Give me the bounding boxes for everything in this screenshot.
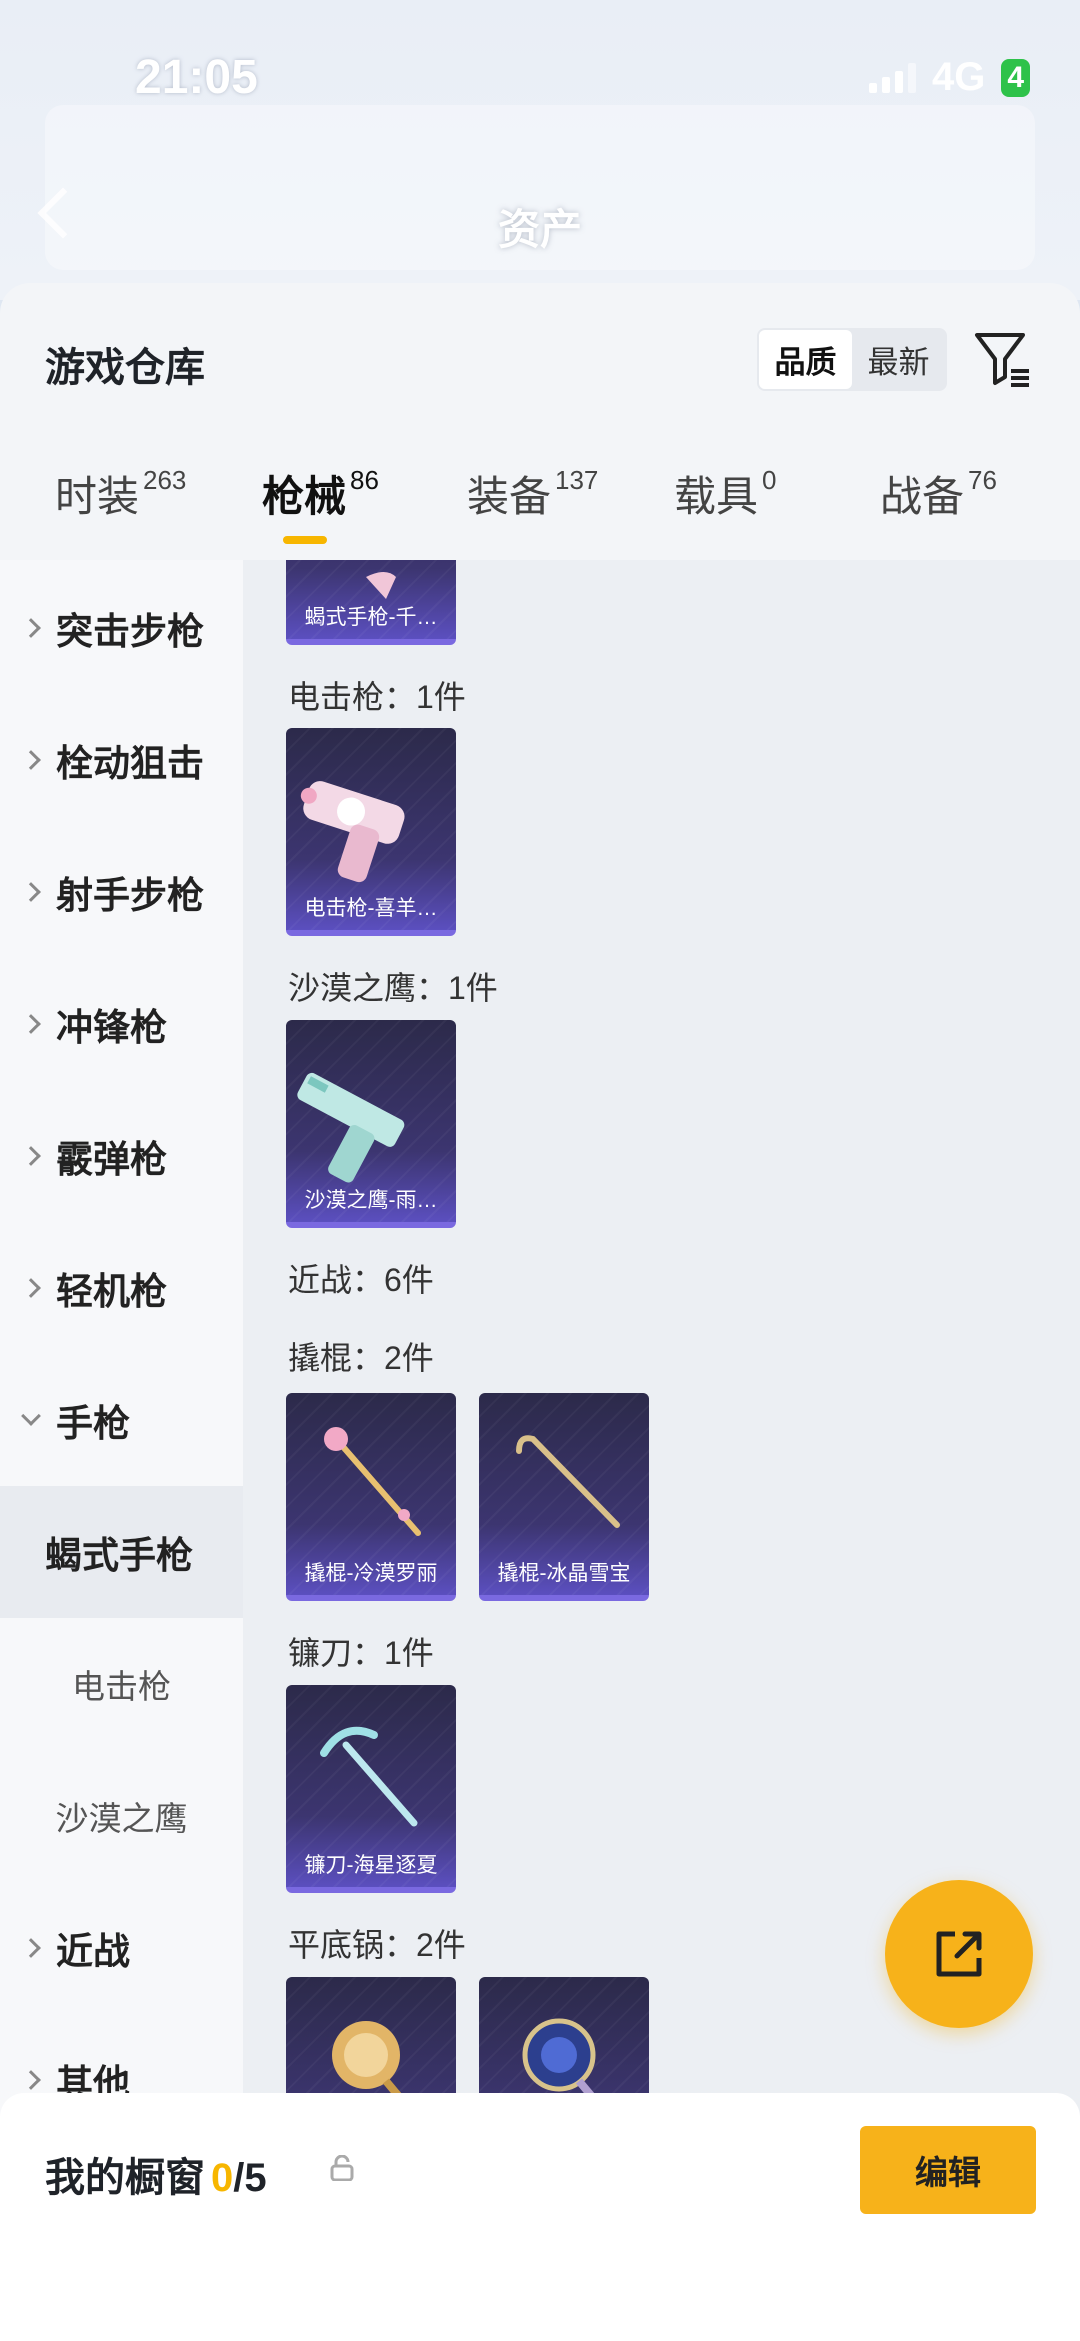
sidebar-item-melee[interactable]: 近战	[0, 1882, 243, 2014]
sort-toggle: 品质 最新	[757, 328, 947, 391]
chevron-right-icon	[21, 1014, 41, 1034]
tab-label: 载具	[674, 473, 759, 520]
tab-label: 装备	[467, 473, 552, 520]
sheet-title: 游戏仓库	[45, 346, 205, 390]
sidebar-item-taser[interactable]: 电击枪	[0, 1618, 243, 1750]
item-card[interactable]: 镰刀-海星逐夏	[286, 1685, 456, 1893]
sidebar-item-assault-rifle[interactable]: 突击步枪	[0, 562, 243, 694]
tab-count: 0	[762, 465, 777, 495]
edit-button[interactable]: 编辑	[860, 2126, 1036, 2214]
sidebar-item-label: 冲锋枪	[56, 1007, 167, 1048]
chevron-right-icon	[21, 750, 41, 770]
tab-supplies[interactable]: 战备 76	[880, 463, 997, 524]
chevron-right-icon	[21, 1938, 41, 1958]
tab-fashion[interactable]: 时装 263	[55, 463, 186, 524]
sidebar-item-label: 蝎式手枪	[45, 1535, 193, 1576]
tab-firearms[interactable]: 枪械 86	[262, 463, 379, 524]
sidebar-item-label: 近战	[56, 1931, 130, 1972]
tab-indicator	[283, 536, 327, 544]
chevron-right-icon	[21, 1146, 41, 1166]
tab-count: 263	[143, 465, 187, 495]
chevron-down-icon	[21, 1406, 41, 1426]
external-link-icon	[936, 1931, 982, 1977]
group-label: 平底锅：2件	[288, 1927, 466, 1963]
showcase-current-count: 0	[211, 2156, 234, 2200]
tab-label: 枪械	[262, 473, 347, 520]
item-content: 蝎式手枪-千… 电击枪：1件 电击枪-喜羊… 沙漠之鹰：1件 沙漠之鹰-雨… 近…	[243, 560, 1080, 2341]
item-name: 撬棍-冰晶雪宝	[497, 1562, 631, 1585]
item-card[interactable]: 撬棍-冷漠罗丽	[286, 1393, 456, 1601]
sidebar-item-label: 电击枪	[72, 1668, 171, 1705]
lock-icon	[330, 2154, 354, 2182]
category-tabs: 时装 263 枪械 86 装备 137 载具 0 战备 76	[0, 463, 1080, 563]
item-card[interactable]: 撬棍-冰晶雪宝	[479, 1393, 649, 1601]
sidebar-item-label: 手枪	[56, 1403, 130, 1444]
sidebar: 突击步枪 栓动狙击 射手步枪 冲锋枪 霰弹枪 轻机枪 手枪 蝎式手枪 电击枪 沙…	[0, 560, 243, 2341]
tab-count: 86	[350, 465, 379, 495]
group-label: 电击枪：1件	[288, 679, 466, 715]
filter-icon[interactable]	[973, 329, 1033, 389]
tab-count: 137	[555, 465, 599, 495]
sidebar-item-label: 霰弹枪	[56, 1139, 167, 1180]
battery-icon: 4	[1001, 58, 1030, 97]
showcase-bar: 我的橱窗 0 /5 编辑	[0, 2093, 1080, 2341]
tab-label: 战备	[880, 473, 965, 520]
sidebar-item-label: 突击步枪	[56, 611, 204, 652]
sidebar-item-marksman-rifle[interactable]: 射手步枪	[0, 826, 243, 958]
item-card[interactable]: 蝎式手枪-千…	[286, 560, 456, 645]
signal-icon	[868, 62, 916, 93]
game-warehouse-sheet: 游戏仓库 品质 最新 时装 263 枪械 86 装备 137 载具 0 战备 7…	[0, 283, 1080, 2341]
sidebar-item-shotgun[interactable]: 霰弹枪	[0, 1090, 243, 1222]
sidebar-item-label: 轻机枪	[56, 1271, 167, 1312]
group-label: 近战：6件	[288, 1262, 434, 1298]
tab-vehicles[interactable]: 载具 0	[674, 463, 776, 524]
showcase-title-text: 我的橱窗	[45, 2156, 205, 2200]
tab-label: 时装	[55, 473, 140, 520]
sidebar-item-lmg[interactable]: 轻机枪	[0, 1222, 243, 1354]
sidebar-item-pistol[interactable]: 手枪	[0, 1354, 243, 1486]
status-time: 21:05	[135, 51, 258, 104]
chevron-right-icon	[21, 1278, 41, 1298]
group-label: 镰刀：1件	[288, 1635, 434, 1671]
sidebar-item-label: 栓动狙击	[56, 743, 204, 784]
item-name: 沙漠之鹰-雨…	[304, 1189, 438, 1212]
item-card[interactable]: 电击枪-喜羊…	[286, 728, 456, 936]
sort-latest-button[interactable]: 最新	[852, 330, 945, 389]
sort-quality-button[interactable]: 品质	[759, 330, 852, 389]
sidebar-item-smg[interactable]: 冲锋枪	[0, 958, 243, 1090]
network-type: 4G	[931, 55, 986, 99]
item-name: 镰刀-海星逐夏	[304, 1854, 438, 1877]
group-label: 沙漠之鹰：1件	[288, 970, 498, 1006]
tab-equipment[interactable]: 装备 137	[467, 463, 598, 524]
item-name: 蝎式手枪-千…	[304, 606, 438, 629]
sidebar-item-bolt-sniper[interactable]: 栓动狙击	[0, 694, 243, 826]
item-card[interactable]: 沙漠之鹰-雨…	[286, 1020, 456, 1228]
sidebar-item-label: 射手步枪	[56, 875, 204, 916]
showcase-title: 我的橱窗 0 /5	[45, 2145, 267, 2203]
sidebar-item-label: 沙漠之鹰	[55, 1800, 188, 1837]
status-bar-right: 4G 4	[868, 55, 1030, 100]
chevron-right-icon	[21, 882, 41, 902]
share-button[interactable]	[885, 1880, 1033, 2028]
tab-count: 76	[968, 465, 997, 495]
sidebar-item-desert-eagle[interactable]: 沙漠之鹰	[0, 1750, 243, 1882]
sidebar-item-scorpion-pistol[interactable]: 蝎式手枪	[0, 1486, 243, 1618]
page-title: 资产	[498, 206, 583, 253]
showcase-total-count: /5	[233, 2156, 267, 2200]
chevron-right-icon	[21, 618, 41, 638]
chevron-right-icon	[21, 2070, 41, 2090]
item-name: 电击枪-喜羊…	[304, 897, 438, 920]
item-name: 撬棍-冷漠罗丽	[304, 1562, 438, 1585]
group-label: 撬棍：2件	[288, 1340, 434, 1376]
